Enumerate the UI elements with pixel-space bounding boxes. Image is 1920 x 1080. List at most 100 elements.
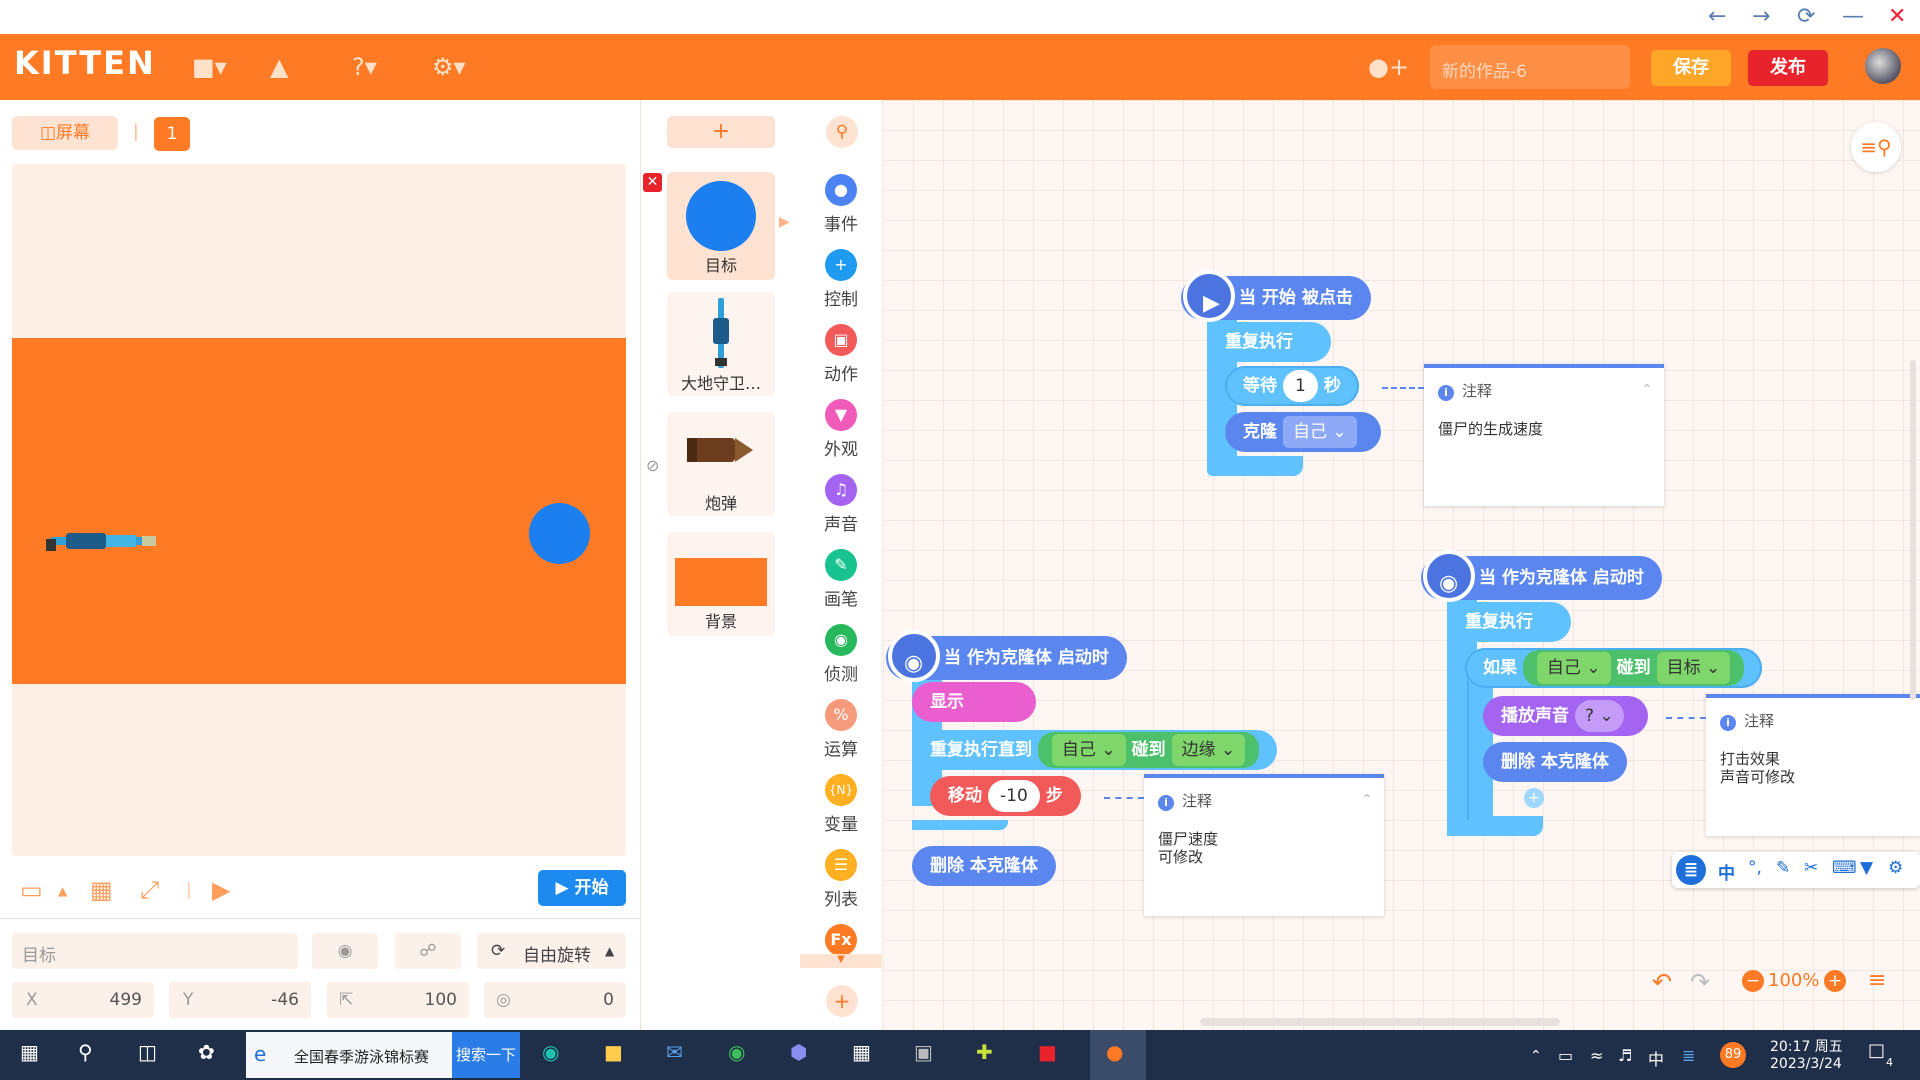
refresh-icon[interactable]: ⟳ — [1797, 4, 1815, 29]
comment-note[interactable]: i 注释 打击效果 声音可修改 — [1706, 694, 1920, 836]
settings-icon[interactable]: ⚙ — [1888, 858, 1903, 878]
delete-clone-block[interactable]: 删除 本克隆体 — [912, 846, 1056, 886]
close-icon[interactable]: ✕ — [1888, 4, 1906, 29]
app-red-icon[interactable]: ■ — [1038, 1040, 1057, 1064]
category-lists[interactable]: ☰ 列表 — [800, 849, 882, 910]
category-looks[interactable]: ▼ 外观 — [800, 399, 882, 460]
clock-date[interactable]: 2023/3/24 — [1770, 1056, 1842, 1072]
sprite-name-field[interactable]: 目标 — [12, 933, 298, 969]
search-icon[interactable]: ⚲ — [826, 116, 858, 148]
folder-icon[interactable]: ■▾ — [192, 53, 227, 81]
chevron-right-icon[interactable]: ▶ — [779, 214, 790, 230]
help-icon[interactable]: ?▾ — [352, 53, 377, 81]
screen-button[interactable]: ◫屏幕 — [12, 116, 118, 150]
comment-note[interactable]: i 注释 ⌃ 僵尸速度 可修改 — [1144, 774, 1384, 916]
tray-badge[interactable]: 89 — [1720, 1042, 1746, 1068]
size-field[interactable]: ⇱ 100 — [327, 982, 469, 1018]
lock-icon[interactable]: ☍ — [395, 933, 461, 969]
add-block-icon[interactable]: + — [1524, 788, 1544, 808]
sprite-item[interactable]: 炮弹 — [667, 412, 775, 516]
code-workspace[interactable] — [883, 100, 1920, 1030]
category-control[interactable]: + 控制 — [800, 249, 882, 310]
comment-note[interactable]: i 注释 ⌃ 僵尸的生成速度 — [1424, 364, 1664, 506]
clone-target-dropdown[interactable]: 自己 ⌄ — [1283, 416, 1357, 448]
minimize-icon[interactable]: — — [1842, 4, 1864, 29]
touch-subject-dropdown[interactable]: 自己 ⌄ — [1536, 652, 1611, 684]
x-position-field[interactable]: X 499 — [12, 982, 154, 1018]
touch-object-dropdown[interactable]: 边缘 ⌄ — [1171, 734, 1246, 766]
stage-size-dropdown-icon[interactable]: ▲ — [58, 884, 67, 898]
tray-expand-icon[interactable]: ⌃ — [1530, 1048, 1542, 1064]
category-events[interactable]: ● 事件 — [800, 174, 882, 235]
grid-icon[interactable]: ▦ — [90, 876, 113, 904]
touch-subject-dropdown[interactable]: 自己 ⌄ — [1051, 734, 1126, 766]
collapse-icon[interactable]: ⌃ — [1362, 792, 1372, 806]
back-icon[interactable]: ← — [1708, 4, 1726, 29]
category-sound[interactable]: ♫ 声音 — [800, 474, 882, 535]
sprite-item[interactable]: 目标 ▶ — [667, 172, 790, 280]
skin-icon[interactable]: ▼ — [1860, 858, 1873, 878]
clock-time[interactable]: 20:17 周五 — [1770, 1036, 1843, 1056]
category-motion[interactable]: ▣ 动作 — [800, 324, 882, 385]
volume-icon[interactable]: ♬ — [1618, 1046, 1632, 1065]
handwriting-icon[interactable]: ✎ — [1776, 858, 1790, 878]
move-steps-input[interactable]: -10 — [988, 780, 1040, 812]
redo-icon[interactable]: ↷ — [1690, 968, 1710, 996]
save-button[interactable]: 保存 — [1651, 50, 1731, 86]
repeat-until-block[interactable]: 重复执行直到 自己 ⌄ 碰到 边缘 ⌄ — [912, 730, 1278, 770]
category-functions[interactable]: Fx — [800, 924, 882, 956]
touching-condition[interactable]: 自己 ⌄ 碰到 边缘 ⌄ — [1037, 732, 1260, 768]
input-language-indicator[interactable]: 中 — [1648, 1046, 1664, 1070]
horizontal-scrollbar[interactable] — [1200, 1018, 1560, 1026]
notification-icon[interactable]: □ — [1868, 1040, 1885, 1061]
when-clone-starts-block[interactable]: ◉ 当 作为克隆体 启动时 — [886, 630, 1127, 682]
category-operators[interactable]: % 运算 — [800, 699, 882, 760]
clone-block[interactable]: 克隆 自己 ⌄ — [1225, 412, 1381, 452]
sprite-item[interactable]: 背景 — [667, 532, 775, 636]
forward-icon[interactable]: → — [1752, 4, 1770, 29]
backpack-icon[interactable]: ▲ — [270, 53, 288, 81]
edge-icon[interactable]: ◉ — [542, 1040, 559, 1064]
battery-icon[interactable]: ▭ — [1558, 1046, 1573, 1065]
vertical-scrollbar[interactable] — [1910, 360, 1916, 700]
stage-cannon-sprite[interactable] — [46, 526, 156, 556]
play-sound-block[interactable]: 播放声音 ? ⌄ — [1483, 696, 1648, 736]
category-variables[interactable]: {N} 变量 — [800, 774, 882, 835]
when-start-clicked-block[interactable]: ▶ 当 开始 被点击 — [1181, 270, 1371, 322]
add-extension-button[interactable]: + — [826, 985, 858, 1017]
category-pen[interactable]: ✎ 画笔 — [800, 549, 882, 610]
y-position-field[interactable]: Y -46 — [169, 982, 311, 1018]
windows-start-icon[interactable]: ▦ — [20, 1040, 39, 1064]
forever-block[interactable]: 重复执行 — [1447, 602, 1571, 642]
ime-tray-icon[interactable]: ≣ — [1682, 1046, 1695, 1065]
search-icon[interactable]: ⚲ — [78, 1040, 93, 1064]
align-blocks-icon[interactable]: ≡ — [1868, 968, 1886, 993]
direction-field[interactable]: ◎ 0 — [484, 982, 626, 1018]
fullscreen-icon[interactable]: ⤢ — [140, 876, 159, 904]
undo-icon[interactable]: ↶ — [1652, 968, 1672, 996]
note-body[interactable]: 僵尸速度 可修改 — [1158, 830, 1218, 866]
sound-dropdown[interactable]: ? ⌄ — [1575, 700, 1624, 732]
start-button[interactable]: ▶ 开始 — [538, 870, 626, 906]
store-icon[interactable]: ▦ — [852, 1040, 871, 1064]
ie-search-box[interactable]: e 全国春季游泳锦标赛 — [246, 1032, 452, 1078]
note-body[interactable]: 打击效果 声音可修改 — [1720, 750, 1795, 786]
scroll-down-icon[interactable]: ▼ — [800, 954, 882, 968]
delete-clone-block[interactable]: 删除 本克隆体 — [1483, 742, 1627, 782]
add-sprite-button[interactable]: + — [667, 116, 775, 148]
block-search-icon[interactable]: ≡⚲ — [1851, 122, 1901, 172]
file-explorer-icon[interactable]: ■ — [604, 1040, 623, 1064]
visibility-eye-icon[interactable]: ◉ — [312, 933, 378, 969]
wait-block[interactable]: 等待 1 秒 — [1225, 366, 1359, 406]
search-button[interactable]: 搜索一下 — [452, 1032, 520, 1078]
wifi-icon[interactable]: ≈ — [1590, 1046, 1603, 1065]
stage-size-icon[interactable]: ▭ — [20, 876, 43, 904]
collapse-icon[interactable]: ⌃ — [1642, 382, 1652, 396]
forever-block[interactable]: 重复执行 — [1207, 322, 1331, 362]
app-plus-icon[interactable]: ✚ — [976, 1040, 993, 1064]
move-steps-block[interactable]: 移动 -10 步 — [930, 776, 1081, 816]
when-clone-starts-block[interactable]: ◉ 当 作为克隆体 启动时 — [1421, 550, 1662, 602]
project-name-input[interactable]: 新的作品-6 — [1430, 45, 1630, 89]
stage-target-sprite[interactable] — [529, 503, 590, 564]
wait-seconds-input[interactable]: 1 — [1283, 370, 1318, 402]
